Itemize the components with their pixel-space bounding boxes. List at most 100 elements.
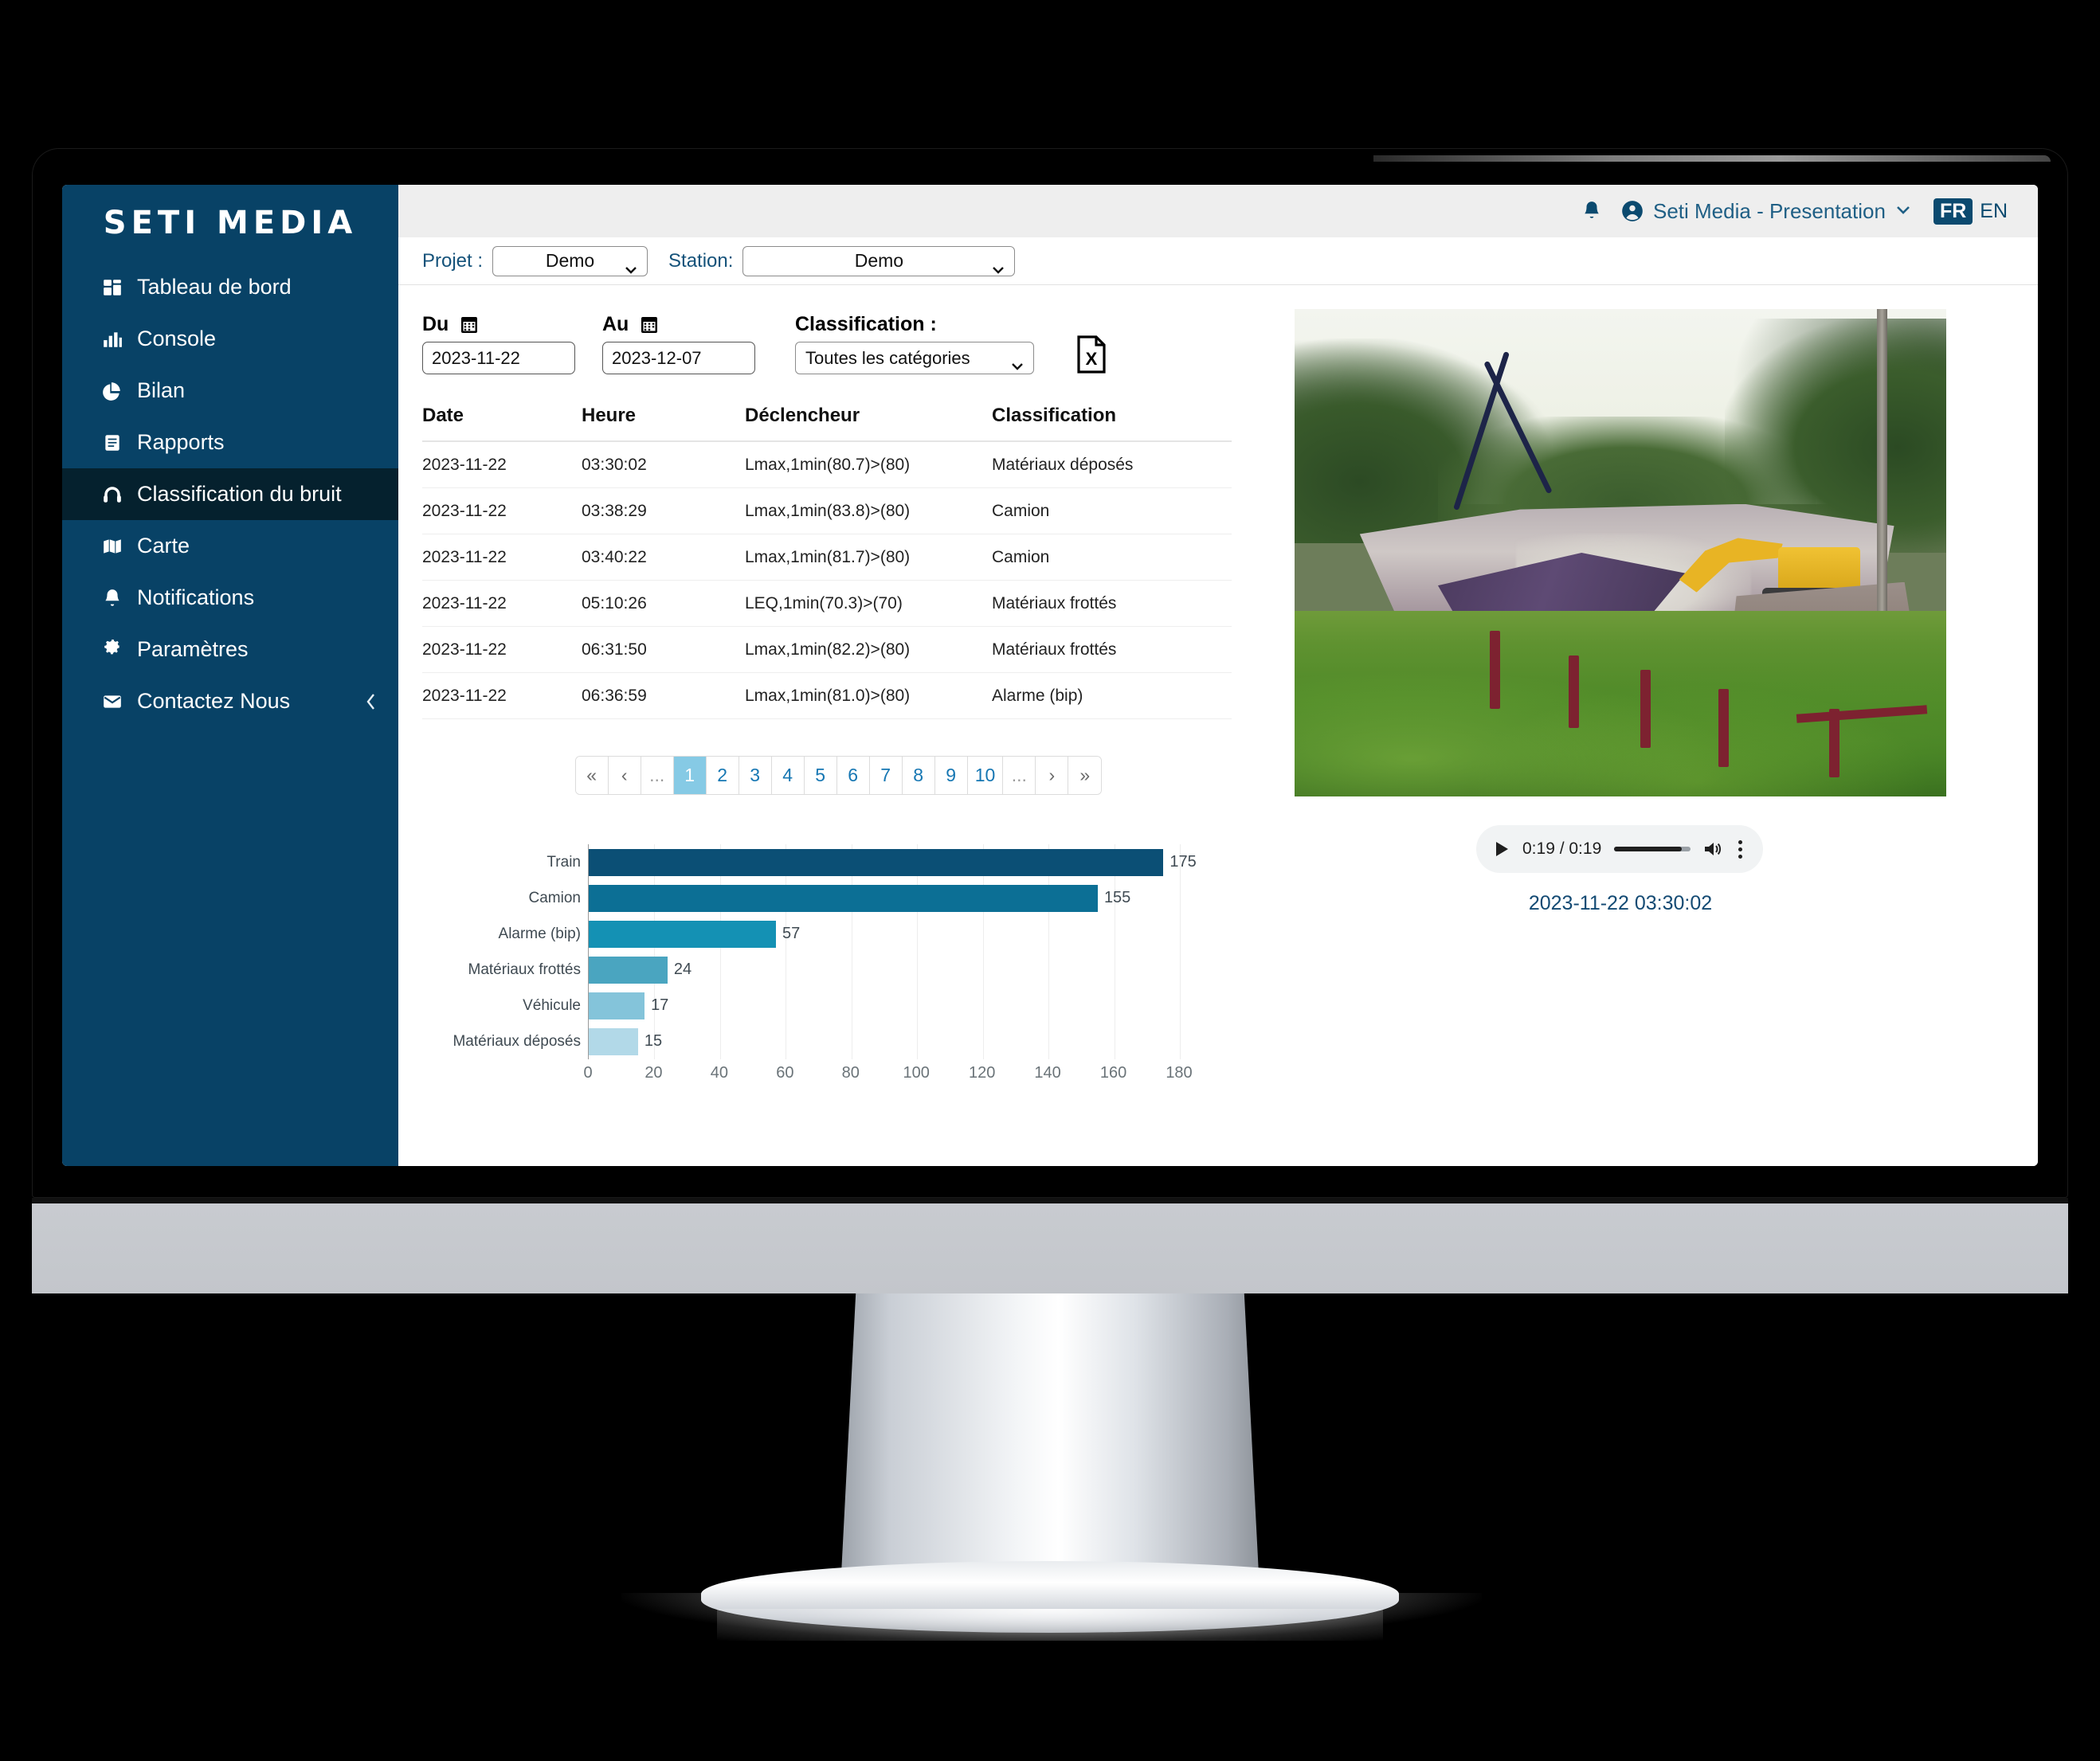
export-excel-button[interactable]: X [1075, 335, 1107, 374]
pagination-first[interactable]: « [575, 757, 609, 794]
chart-bar[interactable] [589, 992, 645, 1019]
notifications-bell-icon[interactable] [1581, 200, 1602, 222]
station-select[interactable]: Demo [742, 245, 1016, 276]
pagination-page-7[interactable]: 7 [869, 757, 903, 794]
cell-heure: 06:31:50 [582, 626, 745, 673]
bell-icon [100, 586, 124, 610]
sidebar-item-rapports[interactable]: Rapports [62, 417, 398, 468]
table-row[interactable]: 2023-11-22 03:38:29 Lmax,1min(83.8)>(80)… [422, 487, 1232, 534]
chart-x-tick: 140 [1034, 1064, 1061, 1082]
au-date-input[interactable] [602, 342, 755, 374]
chart-bar-value: 15 [644, 1032, 663, 1050]
projet-label: Projet : [422, 249, 484, 272]
calendar-icon[interactable] [460, 315, 479, 335]
chart-bar-icon [100, 327, 124, 351]
screen: SETI MEDIA Tableau de bord Console Bilan… [62, 185, 2038, 1166]
chart-category-label: Matériaux déposés [453, 1032, 581, 1050]
classification-label: Classification : [795, 312, 937, 335]
lang-fr-button[interactable]: FR [1933, 198, 1973, 225]
volume-button[interactable] [1703, 840, 1722, 858]
du-date-input[interactable] [422, 342, 575, 374]
pagination-page-4[interactable]: 4 [771, 757, 805, 794]
chart-x-tick: 60 [776, 1064, 794, 1082]
chart-bar-row: Matériaux frottés 24 [468, 956, 692, 984]
chart-bar[interactable] [589, 920, 776, 948]
du-filter: Du [422, 311, 575, 374]
chevron-left-icon [366, 694, 374, 710]
player-menu-button[interactable] [1735, 839, 1745, 859]
table-row[interactable]: 2023-11-22 05:10:26 LEQ,1min(70.3)>(70) … [422, 580, 1232, 627]
chart-category-label: Alarme (bip) [498, 925, 581, 942]
pagination-dots-right: ... [1003, 757, 1036, 794]
pagination-page-1[interactable]: 1 [673, 757, 707, 794]
table-row[interactable]: 2023-11-22 03:30:02 Lmax,1min(80.7)>(80)… [422, 441, 1232, 488]
calendar-icon[interactable] [640, 315, 659, 335]
chart-bar-row: Véhicule 17 [523, 992, 668, 1019]
pagination-page-9[interactable]: 9 [934, 757, 968, 794]
sidebar-item-contactez-nous[interactable]: Contactez Nous [62, 675, 398, 727]
account-menu[interactable]: Seti Media - Presentation [1621, 199, 1911, 224]
chart-x-tick: 100 [903, 1064, 930, 1082]
chart-x-tick: 0 [583, 1064, 593, 1082]
monitor-chin [32, 1198, 2068, 1293]
play-icon [1496, 842, 1508, 856]
chevron-down-icon [625, 257, 637, 274]
sidebar-item-tableau-de-bord[interactable]: Tableau de bord [62, 261, 398, 313]
cell-declencheur: LEQ,1min(70.3)>(70) [745, 580, 992, 627]
sidebar-item-label: Carte [137, 534, 190, 558]
cell-classification: Matériaux frottés [992, 626, 1232, 673]
content-area: Du Au [398, 285, 2038, 1166]
monitor-body: SETI MEDIA Tableau de bord Console Bilan… [32, 148, 2068, 1198]
excavator-cab [1777, 546, 1861, 592]
projet-select[interactable]: Demo [492, 245, 648, 276]
monitor-stand-base-shadow [717, 1609, 1383, 1641]
chart-plot-area: Train 175 Camion 155 Alarme (bip) 57 Matériaux… [422, 844, 1219, 1059]
chart-x-tick: 20 [644, 1064, 663, 1082]
kebab-dot [1738, 839, 1742, 844]
pagination-page-10[interactable]: 10 [967, 757, 1004, 794]
table-row[interactable]: 2023-11-22 06:31:50 Lmax,1min(82.2)>(80)… [422, 626, 1232, 673]
account-name: Seti Media - Presentation [1653, 198, 1886, 223]
chart-bar[interactable] [589, 848, 1164, 876]
chart-x-tick: 40 [710, 1064, 728, 1082]
sidebar-item-label: Notifications [137, 585, 255, 609]
sidebar-item-console[interactable]: Console [62, 313, 398, 365]
lang-en-button[interactable]: EN [1980, 200, 2008, 223]
topbar: Seti Media - Presentation FR EN [398, 185, 2038, 237]
sidebar-item-bilan[interactable]: Bilan [62, 365, 398, 417]
player-progress-bar[interactable] [1614, 847, 1691, 851]
sidebar: SETI MEDIA Tableau de bord Console Bilan… [62, 185, 398, 1166]
cell-classification: Camion [992, 487, 1232, 534]
fence-post [1640, 669, 1651, 748]
table-row[interactable]: 2023-11-22 06:36:59 Lmax,1min(81.0)>(80)… [422, 672, 1232, 719]
chart-x-axis: 0 20 40 60 80 100 120 140 160 180 [583, 1059, 1192, 1088]
sidebar-item-parametres[interactable]: Paramètres [62, 624, 398, 675]
pagination-page-5[interactable]: 5 [804, 757, 837, 794]
pagination-prev[interactable]: ‹ [608, 757, 641, 794]
pagination-last[interactable]: » [1068, 757, 1102, 794]
sidebar-item-label: Tableau de bord [137, 275, 292, 299]
sidebar-item-label: Paramètres [137, 637, 249, 661]
chart-bar-value: 175 [1169, 853, 1197, 871]
pagination-page-6[interactable]: 6 [836, 757, 870, 794]
sidebar-collapse-button[interactable] [357, 688, 384, 715]
chart-bar[interactable] [589, 884, 1098, 912]
pagination-page-8[interactable]: 8 [902, 757, 935, 794]
chevron-down-icon [1895, 204, 1911, 219]
pagination-page-2[interactable]: 2 [706, 757, 739, 794]
table-row[interactable]: 2023-11-22 03:40:22 Lmax,1min(81.7)>(80)… [422, 534, 1232, 581]
sidebar-item-classification-du-bruit[interactable]: Classification du bruit [62, 468, 398, 520]
chart-gridline [654, 844, 656, 1059]
pagination-page-3[interactable]: 3 [739, 757, 772, 794]
classification-select[interactable]: Toutes les catégories [795, 342, 1034, 374]
chart-bar[interactable] [589, 1027, 638, 1055]
column-header-declencheur: Déclencheur [745, 405, 992, 442]
sidebar-item-carte[interactable]: Carte [62, 520, 398, 572]
sidebar-item-notifications[interactable]: Notifications [62, 572, 398, 624]
event-video-thumbnail[interactable] [1295, 309, 1946, 796]
chart-bar[interactable] [589, 956, 668, 984]
excel-file-icon: X [1077, 335, 1106, 374]
pagination-next[interactable]: › [1036, 757, 1069, 794]
play-button[interactable] [1494, 840, 1510, 858]
chart-x-tick: 160 [1099, 1064, 1127, 1082]
